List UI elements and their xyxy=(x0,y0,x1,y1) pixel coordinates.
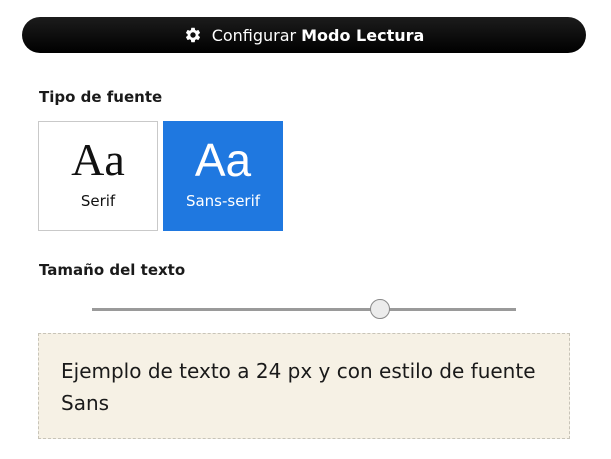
header-prefix: Configurar xyxy=(211,25,297,45)
reading-mode-config-button[interactable]: Configurar Modo Lectura xyxy=(22,17,586,53)
text-size-slider[interactable] xyxy=(92,298,516,322)
font-option-sans-serif-label: Sans-serif xyxy=(185,192,261,210)
font-option-serif[interactable]: Aa Serif xyxy=(38,121,158,231)
header-title: Modo Lectura xyxy=(301,25,425,45)
font-option-serif-label: Serif xyxy=(80,192,116,210)
font-type-label: Tipo de fuente xyxy=(39,88,163,106)
text-size-label: Tamaño del texto xyxy=(39,261,186,279)
font-sample-sans-serif: Aa xyxy=(194,134,252,186)
gear-icon xyxy=(184,26,202,44)
font-option-sans-serif[interactable]: Aa Sans-serif xyxy=(163,121,283,231)
slider-thumb[interactable] xyxy=(370,299,391,319)
slider-track[interactable] xyxy=(92,308,516,311)
text-preview: Ejemplo de texto a 24 px y con estilo de… xyxy=(38,333,570,439)
font-sample-serif: Aa xyxy=(71,134,125,185)
